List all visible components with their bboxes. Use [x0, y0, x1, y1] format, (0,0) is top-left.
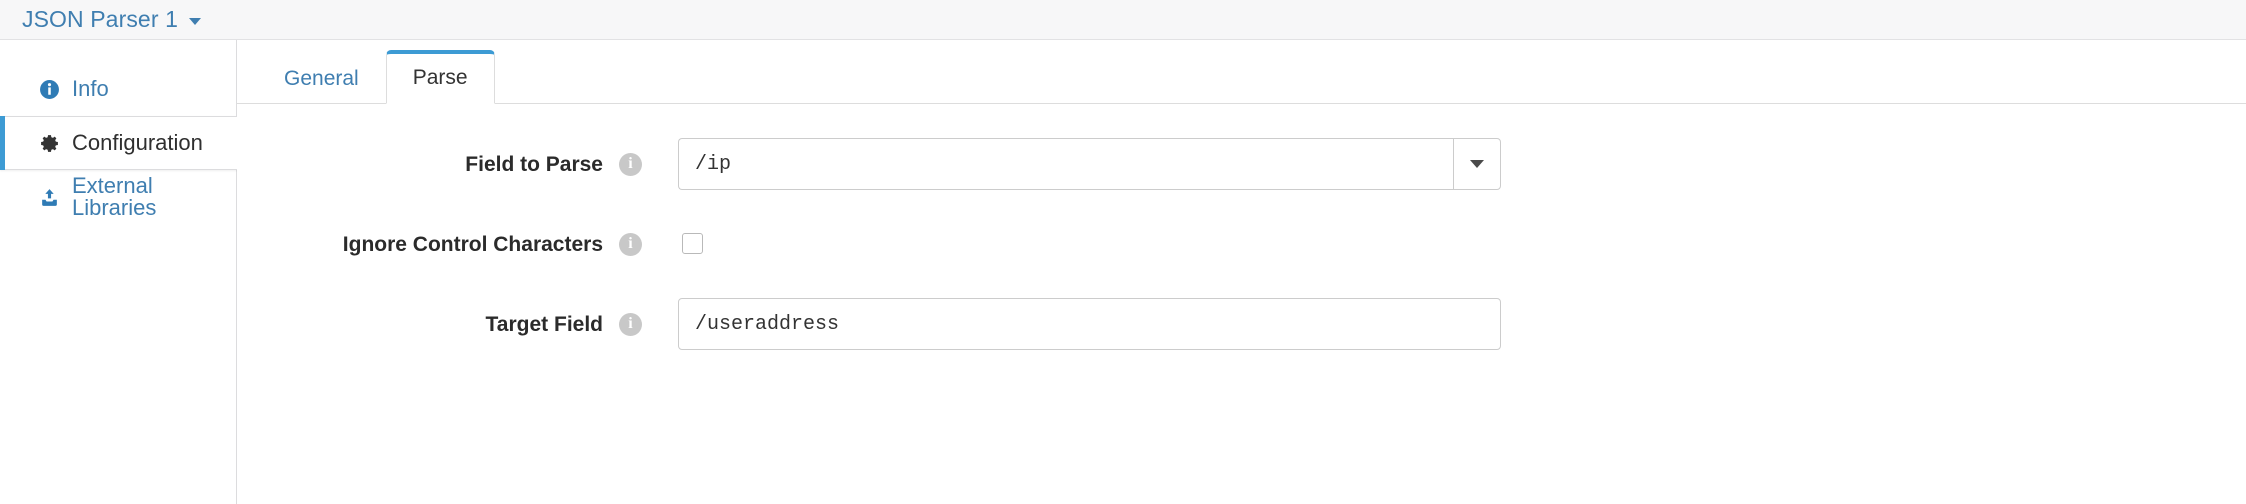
- target-field-input[interactable]: [678, 298, 1501, 350]
- tab-label: General: [284, 67, 359, 90]
- sidebar-item-label: Info: [72, 76, 109, 101]
- field-to-parse-label: Field to Parse: [465, 152, 603, 176]
- sidebar-item-label: Configuration: [72, 130, 203, 155]
- content-panel: General Parse Field to Parse i /ip Ignor…: [237, 40, 2246, 504]
- chevron-down-icon: [188, 18, 201, 25]
- field-to-parse-input[interactable]: [678, 138, 1453, 190]
- sidebar-item-info[interactable]: Info: [0, 62, 236, 116]
- target-field-label: Target Field: [485, 312, 603, 336]
- parse-configuration-form: Field to Parse i Ignore Control Characte…: [237, 104, 2246, 350]
- field-to-parse-label-cell: Field to Parse i: [237, 138, 642, 190]
- info-icon[interactable]: i: [619, 232, 642, 256]
- upload-icon: [38, 187, 60, 208]
- sidebar: Info Configuration External Libraries: [0, 40, 237, 504]
- tab-general[interactable]: General: [257, 52, 386, 104]
- sidebar-item-label: External Libraries: [72, 173, 157, 220]
- target-field-control-cell: [642, 298, 2246, 350]
- caret-down-icon: [1470, 160, 1484, 168]
- form-row-field-to-parse: Field to Parse i: [237, 138, 2246, 190]
- info-circle-icon: [38, 79, 60, 100]
- main-shell: Info Configuration External Libraries Ge…: [0, 40, 2246, 504]
- tab-parse[interactable]: Parse: [385, 50, 495, 104]
- ignore-control-characters-label: Ignore Control Characters: [342, 232, 603, 256]
- node-title-dropdown[interactable]: JSON Parser 1: [22, 8, 201, 31]
- tab-label: Parse: [412, 66, 468, 89]
- gear-icon: [38, 133, 60, 154]
- sidebar-item-configuration[interactable]: Configuration: [0, 116, 237, 170]
- top-bar: JSON Parser 1: [0, 0, 2246, 40]
- sidebar-item-external-libraries[interactable]: External Libraries: [0, 170, 236, 224]
- page-title: JSON Parser 1: [22, 6, 178, 32]
- form-row-ignore-control-characters: Ignore Control Characters i: [237, 218, 2246, 270]
- tab-bar: General Parse: [237, 40, 2246, 104]
- ignore-control-characters-control-cell: [642, 218, 2246, 257]
- form-row-target-field: Target Field i: [237, 298, 2246, 350]
- info-icon[interactable]: i: [619, 312, 642, 336]
- field-to-parse-combobox[interactable]: [678, 138, 1501, 190]
- info-icon[interactable]: i: [619, 152, 642, 176]
- target-field-label-cell: Target Field i: [237, 298, 642, 350]
- field-to-parse-dropdown-button[interactable]: [1453, 138, 1501, 190]
- field-to-parse-control-cell: [642, 138, 2246, 190]
- ignore-control-characters-label-cell: Ignore Control Characters i: [237, 218, 642, 270]
- ignore-control-characters-checkbox[interactable]: [682, 233, 703, 254]
